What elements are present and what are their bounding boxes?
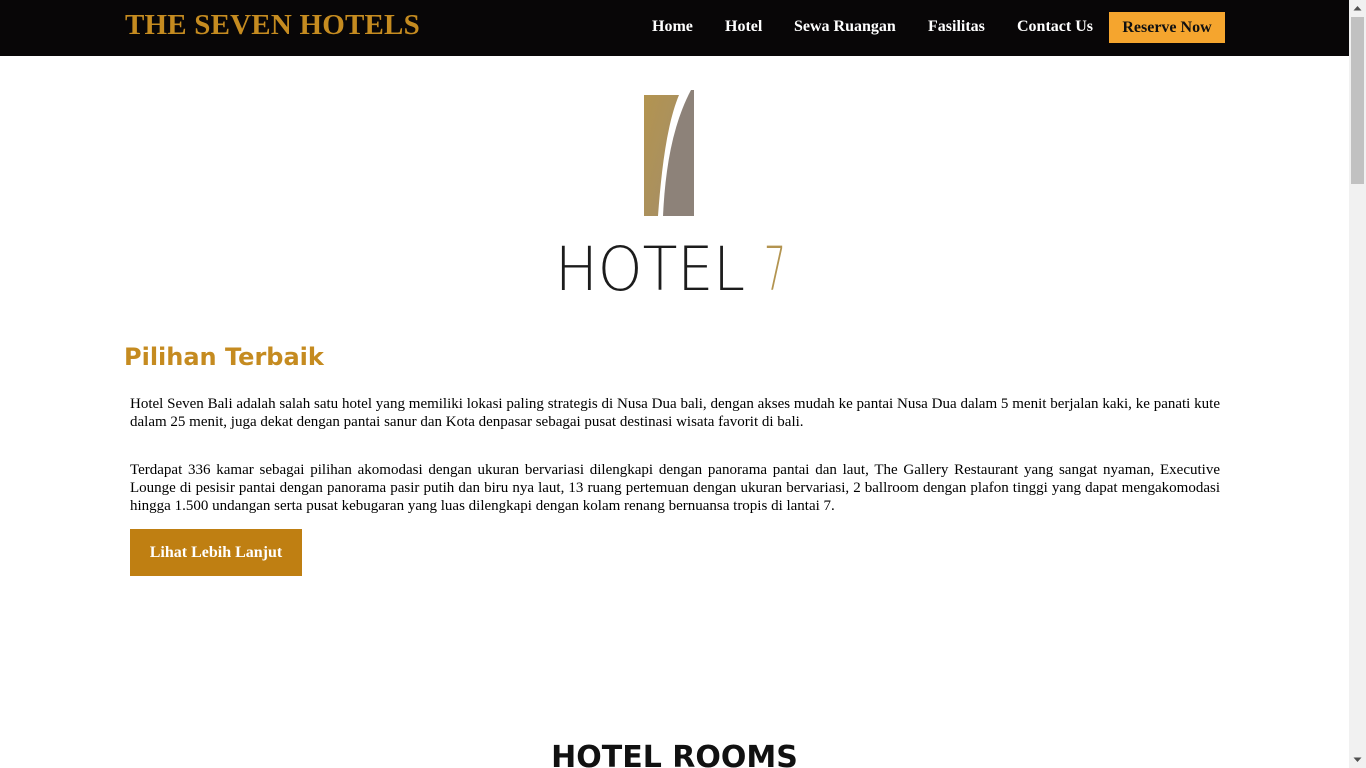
nav-hotel[interactable]: Hotel xyxy=(725,18,762,36)
facilities-paragraph: Terdapat 336 kamar sebagai pilihan akomo… xyxy=(130,462,1220,514)
rooms-section-title: HOTEL ROOMS xyxy=(551,740,798,768)
navbar: THE SEVEN HOTELS Home Hotel Sewa Ruangan… xyxy=(0,0,1349,56)
nav-fasilitas[interactable]: Fasilitas xyxy=(928,18,985,36)
logo-digit: 7 xyxy=(764,234,786,298)
section-title: Pilihan Terbaik xyxy=(124,343,324,371)
reserve-now-button[interactable]: Reserve Now xyxy=(1109,12,1225,43)
hotel7-logo: HOTEL 7 xyxy=(555,90,786,298)
scroll-down-arrow-icon[interactable] xyxy=(1349,751,1366,768)
intro-paragraph: Hotel Seven Bali adalah salah satu hotel… xyxy=(130,396,1220,430)
logo-wordmark: HOTEL xyxy=(555,234,745,298)
vertical-scrollbar[interactable] xyxy=(1349,0,1366,768)
nav-home[interactable]: Home xyxy=(652,18,693,36)
see-more-button[interactable]: Lihat Lebih Lanjut xyxy=(130,529,302,576)
page: THE SEVEN HOTELS Home Hotel Sewa Ruangan… xyxy=(0,0,1349,768)
nav-contact-us[interactable]: Contact Us xyxy=(1017,18,1093,36)
scrollbar-thumb[interactable] xyxy=(1351,17,1364,184)
scroll-up-arrow-icon[interactable] xyxy=(1349,0,1366,17)
nav-sewa-ruangan[interactable]: Sewa Ruangan xyxy=(794,18,896,36)
